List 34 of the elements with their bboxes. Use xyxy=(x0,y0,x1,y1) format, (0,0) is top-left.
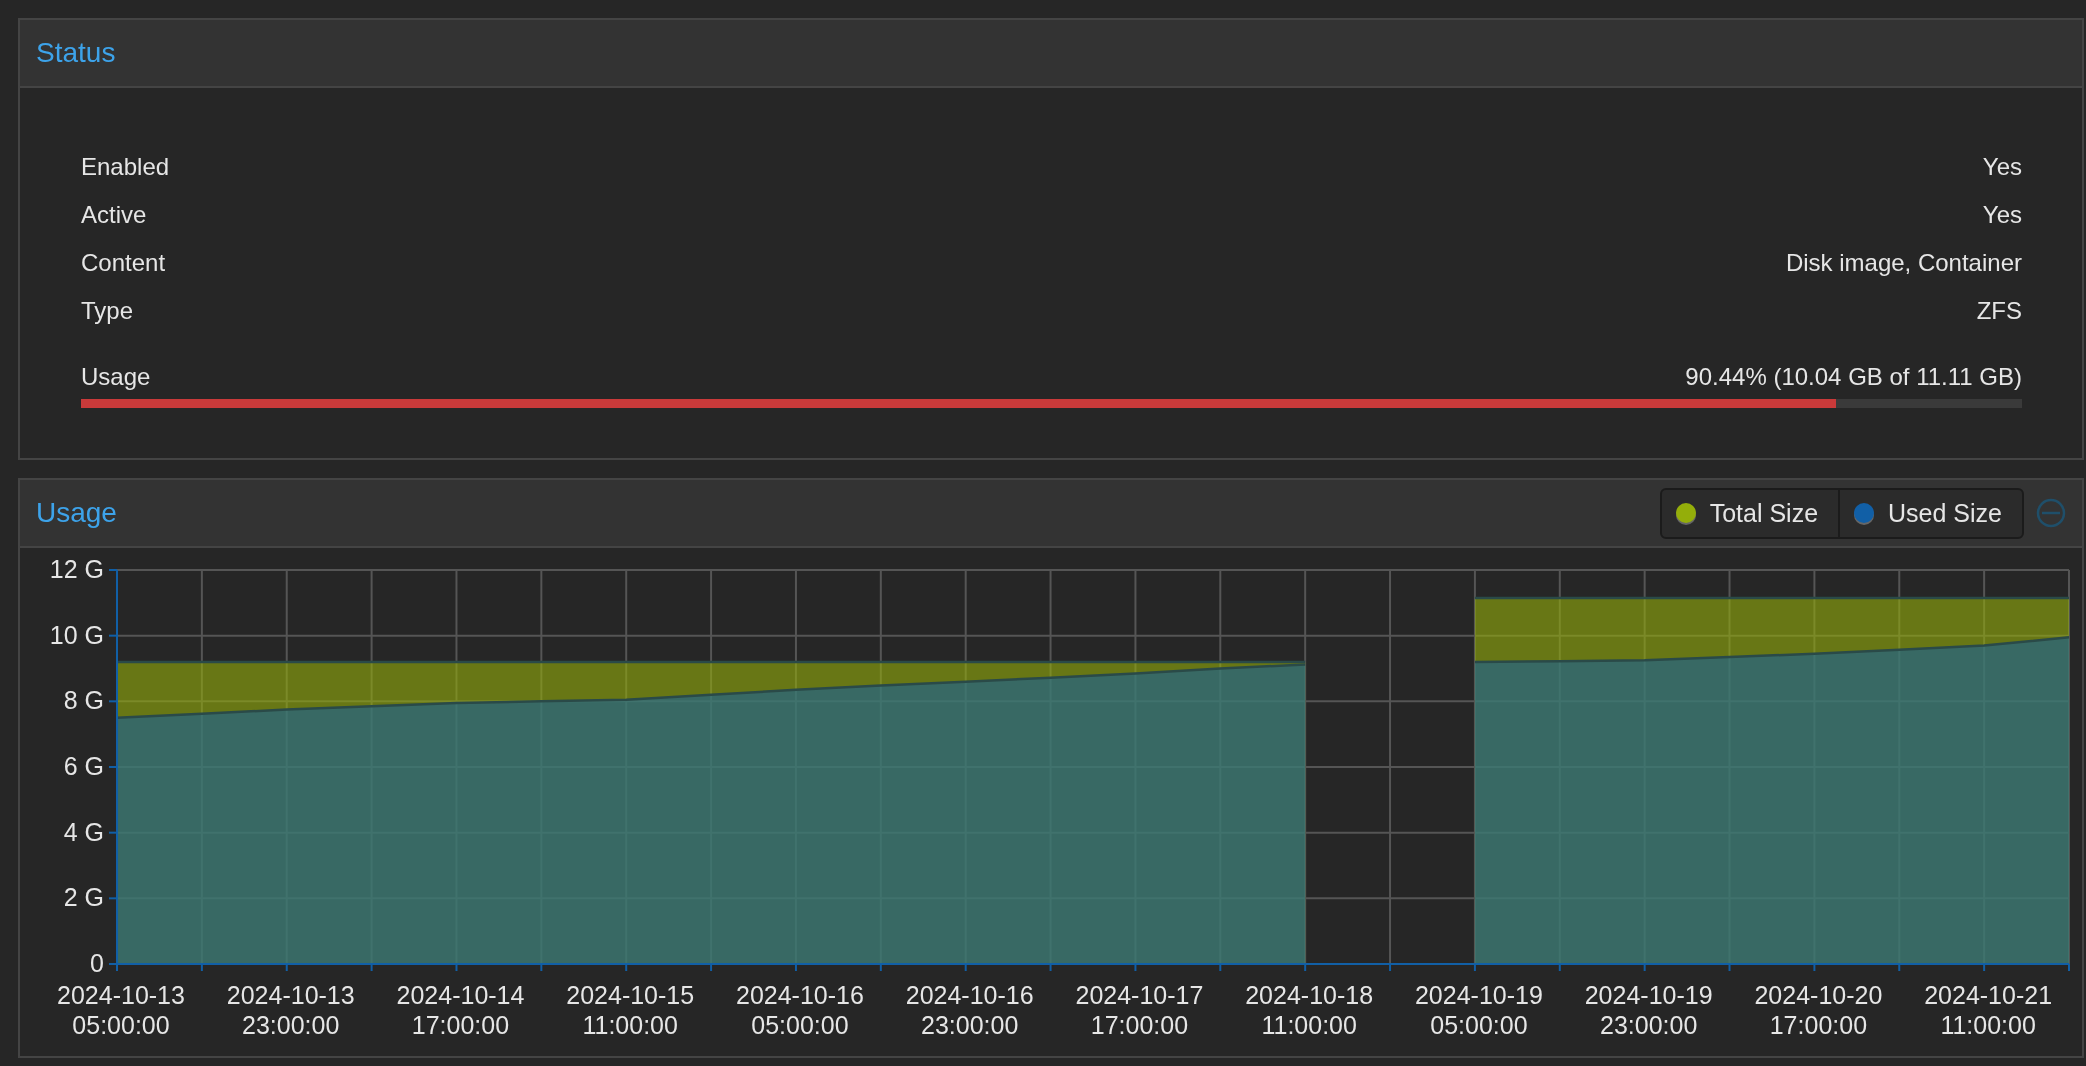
panel-title: Usage xyxy=(36,497,118,529)
y-tick-label: 6 G xyxy=(63,752,104,780)
status-value: Disk image, Container xyxy=(1785,249,2022,277)
x-tick-label: 2024-10-20 17:00:00 xyxy=(1754,981,1883,1039)
status-label: Enabled xyxy=(81,153,170,181)
x-tick-label: 2024-10-16 23:00:00 xyxy=(905,981,1034,1039)
status-value: ZFS xyxy=(1976,297,2022,325)
x-tick-label: 2024-10-14 17:00:00 xyxy=(396,981,525,1039)
legend-item[interactable]: Total Size xyxy=(1661,489,1839,537)
panel-title: Status xyxy=(36,37,117,69)
usage-reading: 90.44% (10.04 GB of 11.11 GB) xyxy=(1685,363,2022,391)
x-tick-label: 2024-10-21 11:00:00 xyxy=(1924,981,2053,1039)
x-tick-label: 2024-10-18 11:00:00 xyxy=(1245,981,1374,1039)
status-label: Content xyxy=(81,249,166,277)
y-tick-label: 8 G xyxy=(63,686,104,715)
y-tick-label: 0 xyxy=(90,949,104,977)
y-tick-label: 2 G xyxy=(63,883,104,912)
y-tick-label: 4 G xyxy=(63,817,104,846)
x-tick-label: 2024-10-15 11:00:00 xyxy=(566,981,695,1039)
status-label: Type xyxy=(81,297,134,325)
x-tick-label: 2024-10-19 05:00:00 xyxy=(1414,981,1543,1039)
status-value: Yes xyxy=(1982,153,2022,181)
x-tick-label: 2024-10-19 23:00:00 xyxy=(1584,981,1713,1039)
usage-label: Usage xyxy=(81,363,151,391)
y-tick-label: 12 G xyxy=(49,555,104,583)
legend-item[interactable]: Used Size xyxy=(1838,489,2022,537)
x-tick-label: 2024-10-17 17:00:00 xyxy=(1075,981,1204,1039)
status-value: Yes xyxy=(1982,201,2022,229)
status-label: Active xyxy=(81,201,147,229)
x-tick-label: 2024-10-13 05:00:00 xyxy=(57,981,185,1039)
y-tick-label: 10 G xyxy=(49,620,104,649)
x-tick-label: 2024-10-13 23:00:00 xyxy=(226,981,355,1039)
collapse-icon[interactable] xyxy=(2036,498,2066,528)
x-tick-label: 2024-10-16 05:00:00 xyxy=(736,981,864,1039)
